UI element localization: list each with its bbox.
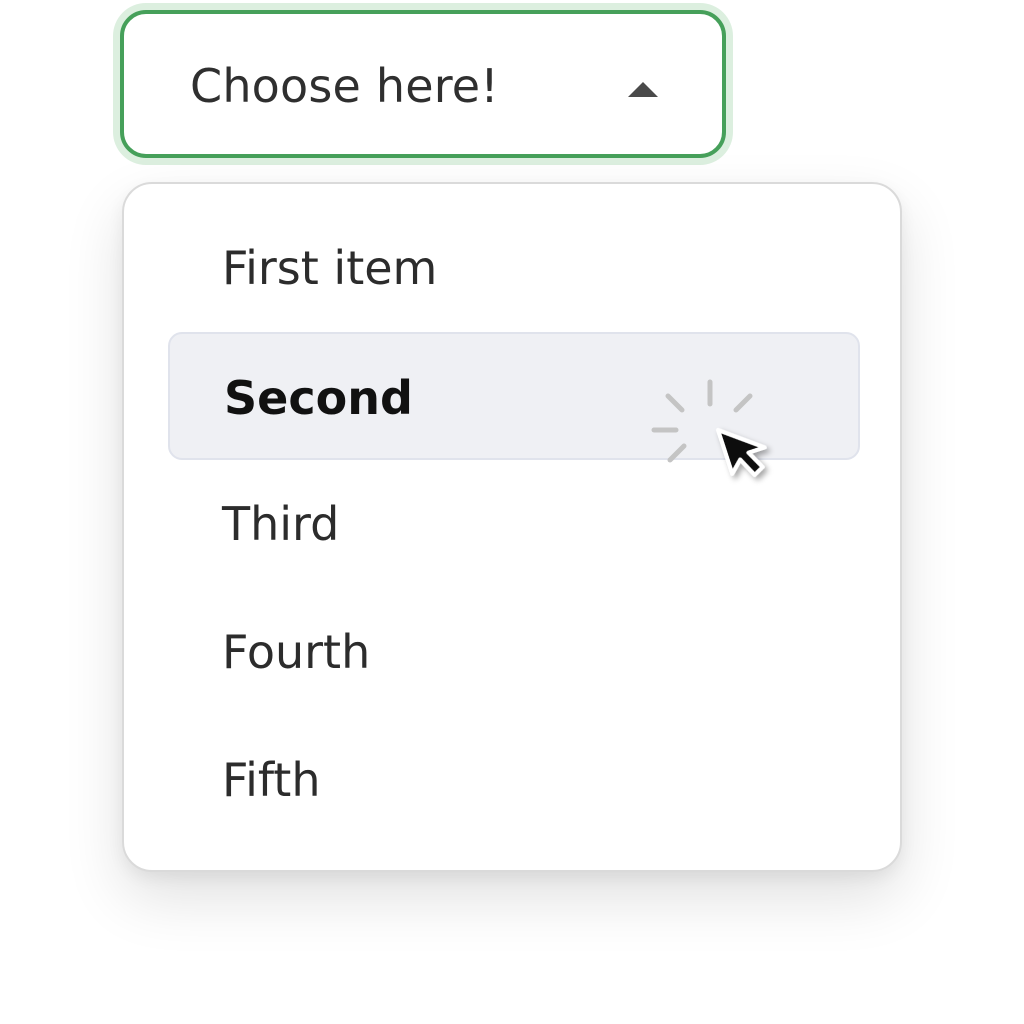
dropdown-trigger-label: Choose here! (190, 59, 499, 113)
option-first-item[interactable]: First item (168, 204, 860, 332)
stage: Choose here! First item Second Third Fou… (0, 0, 1024, 1024)
option-label: Second (224, 371, 413, 425)
dropdown-menu: First item Second Third Fourth Fifth (122, 182, 902, 872)
dropdown-trigger[interactable]: Choose here! (120, 10, 726, 158)
option-label: Third (222, 497, 340, 551)
caret-up-icon (628, 82, 658, 97)
option-label: First item (222, 241, 438, 295)
option-fifth[interactable]: Fifth (168, 716, 860, 844)
option-label: Fifth (222, 753, 321, 807)
option-label: Fourth (222, 625, 371, 679)
option-second[interactable]: Second (168, 332, 860, 460)
option-fourth[interactable]: Fourth (168, 588, 860, 716)
option-third[interactable]: Third (168, 460, 860, 588)
